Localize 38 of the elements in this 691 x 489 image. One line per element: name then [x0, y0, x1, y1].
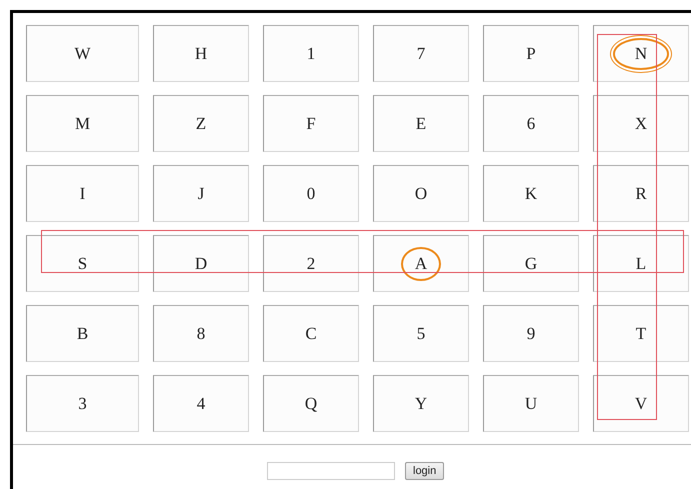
key-button[interactable]: G: [483, 235, 579, 292]
key-button[interactable]: L: [593, 235, 689, 292]
key-button[interactable]: C: [263, 305, 359, 362]
key-button[interactable]: V: [593, 375, 689, 432]
key-button[interactable]: 5: [373, 305, 469, 362]
key-button[interactable]: 7: [373, 25, 469, 82]
key-button[interactable]: P: [483, 25, 579, 82]
key-button[interactable]: A: [373, 235, 469, 292]
key-button[interactable]: 8: [153, 305, 249, 362]
key-button[interactable]: 1: [263, 25, 359, 82]
key-button[interactable]: O: [373, 165, 469, 222]
key-button[interactable]: Q: [263, 375, 359, 432]
key-button[interactable]: Z: [153, 95, 249, 152]
key-button[interactable]: D: [153, 235, 249, 292]
key-button[interactable]: 9: [483, 305, 579, 362]
key-button[interactable]: F: [263, 95, 359, 152]
key-button[interactable]: T: [593, 305, 689, 362]
key-button[interactable]: B: [26, 305, 139, 362]
key-button[interactable]: J: [153, 165, 249, 222]
key-button[interactable]: H: [153, 25, 249, 82]
key-button[interactable]: U: [483, 375, 579, 432]
key-button[interactable]: 2: [263, 235, 359, 292]
key-button[interactable]: E: [373, 95, 469, 152]
key-button[interactable]: I: [26, 165, 139, 222]
key-button[interactable]: K: [483, 165, 579, 222]
key-button[interactable]: S: [26, 235, 139, 292]
key-button[interactable]: 4: [153, 375, 249, 432]
key-button[interactable]: M: [26, 95, 139, 152]
login-button[interactable]: login: [405, 462, 444, 480]
key-button[interactable]: W: [26, 25, 139, 82]
key-button[interactable]: 6: [483, 95, 579, 152]
key-button[interactable]: X: [593, 95, 689, 152]
key-button[interactable]: Y: [373, 375, 469, 432]
key-button[interactable]: 0: [263, 165, 359, 222]
key-button[interactable]: R: [593, 165, 689, 222]
input-field[interactable]: [267, 462, 395, 480]
key-button[interactable]: 3: [26, 375, 139, 432]
key-button[interactable]: N: [593, 25, 689, 82]
